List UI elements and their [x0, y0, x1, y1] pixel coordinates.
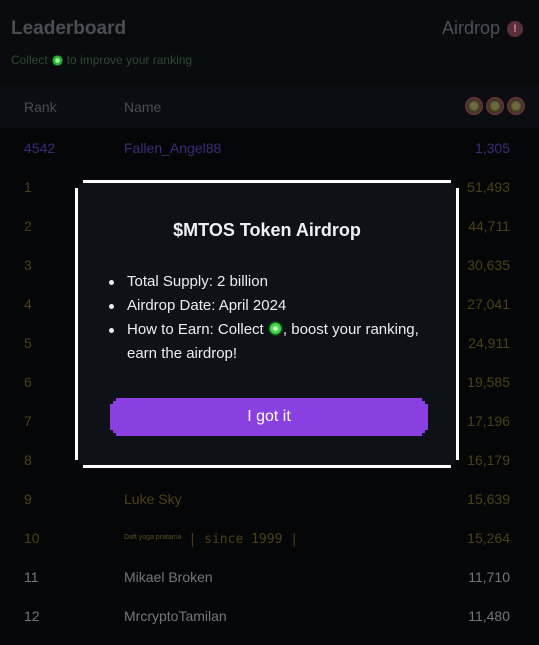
name-cell: Mikael Broken	[124, 569, 213, 585]
name-column-header: Name	[124, 99, 162, 115]
rank-cell: 11	[24, 569, 39, 585]
coin-icon	[465, 97, 483, 115]
subtitle-suffix: to improve your ranking	[66, 53, 193, 67]
score-cell: 17,196	[467, 413, 510, 429]
supply-text: Total Supply: 2 billion	[127, 273, 268, 290]
score-cell: 16,179	[467, 452, 510, 468]
page-subtitle: Collect to improve your ranking	[11, 53, 192, 67]
table-row[interactable]: 9 Luke Sky 15,639	[0, 479, 539, 518]
name-text: Daft yoga pratama	[124, 534, 182, 541]
list-item: How to Earn: Collect , boost your rankin…	[105, 318, 435, 366]
rank-cell: 1	[24, 179, 32, 195]
date-text: Airdrop Date: April 2024	[127, 297, 287, 314]
page-header: Leaderboard Airdrop ! Collect to improve…	[0, 0, 539, 86]
rank-cell: 5	[24, 335, 32, 351]
score-cell: 15,264	[467, 530, 510, 546]
airdrop-link[interactable]: Airdrop !	[442, 18, 523, 39]
page-title: Leaderboard	[11, 18, 127, 39]
earn-text-prefix: How to Earn: Collect	[127, 321, 264, 338]
table-header: Rank Name	[0, 86, 539, 128]
score-cell: 30,635	[467, 257, 510, 273]
rank-cell: 10	[24, 530, 40, 546]
table-row[interactable]: 12 MrcryptoTamilan 11,480	[0, 596, 539, 635]
list-item: Total Supply: 2 billion	[105, 270, 435, 294]
rank-cell: 6	[24, 374, 32, 390]
modal-info-list: Total Supply: 2 billion Airdrop Date: Ap…	[105, 270, 435, 366]
rank-cell: 3	[24, 257, 32, 273]
rank-cell: 9	[24, 491, 32, 507]
score-cell: 15,639	[467, 491, 510, 507]
score-cell: 1,305	[474, 140, 510, 156]
info-icon[interactable]: !	[507, 20, 523, 37]
rank-cell: 8	[24, 452, 32, 468]
name-suffix: | since 1999 |	[188, 532, 299, 547]
score-cell: 24,911	[468, 335, 510, 351]
coin-icon	[51, 54, 63, 66]
table-row[interactable]: 10 Daft yoga pratama | since 1999 | 15,2…	[0, 518, 539, 557]
rank-cell: 12	[24, 608, 40, 624]
list-item: Airdrop Date: April 2024	[105, 294, 435, 318]
current-user-row[interactable]: 4542 Fallen_Angel88 1,305	[0, 128, 539, 167]
score-cell: 51,493	[467, 179, 510, 195]
airdrop-modal: $MTOS Token Airdrop Total Supply: 2 bill…	[75, 180, 459, 468]
table-row[interactable]: 11 Mikael Broken 11,710	[0, 557, 539, 596]
modal-title: $MTOS Token Airdrop	[173, 220, 361, 240]
coin-icon	[486, 97, 504, 115]
rank-column-header: Rank	[24, 99, 57, 115]
rank-cell: 7	[24, 413, 32, 429]
coin-icon	[507, 97, 525, 115]
rank-cell: 4542	[24, 140, 56, 156]
score-cell: 11,710	[468, 569, 510, 585]
score-cell: 44,711	[468, 218, 510, 234]
name-cell: MrcryptoTamilan	[124, 608, 227, 624]
name-cell: Daft yoga pratama | since 1999 |	[124, 530, 298, 547]
subtitle-prefix: Collect	[11, 53, 48, 67]
coin-icon	[268, 321, 283, 336]
score-cell: 27,041	[467, 296, 510, 312]
rank-cell: 2	[24, 218, 32, 234]
got-it-button[interactable]: I got it	[110, 398, 428, 436]
rank-cell: 4	[24, 296, 32, 312]
name-cell: Fallen_Angel88	[124, 140, 222, 156]
name-cell: Luke Sky	[124, 491, 182, 507]
airdrop-label[interactable]: Airdrop	[442, 18, 500, 39]
score-cell: 11,480	[468, 608, 510, 624]
score-cell: 19,585	[467, 374, 510, 390]
coins-column-header	[465, 97, 525, 115]
